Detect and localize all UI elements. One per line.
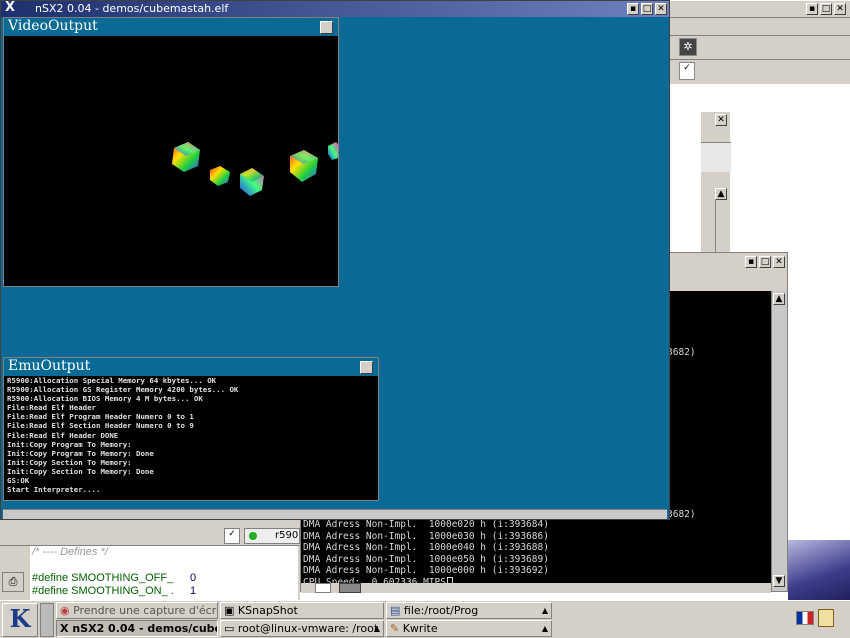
window-title: nSX2 0.04 - demos/cubemastah.elf — [35, 2, 229, 15]
main-window: X nSX2 0.04 - demos/cubemastah.elf ▪ □ ✕… — [0, 0, 670, 520]
task-label: Kwrite — [402, 622, 438, 635]
emu-output-titlebar[interactable]: EmuOutput — [4, 358, 378, 376]
chevron-up-icon: ▲ — [373, 624, 380, 633]
task-nsx2[interactable]: X nSX2 0.04 - demos/cubemas — [56, 620, 218, 637]
close-icon[interactable]: ✕ — [715, 114, 727, 126]
emu-log: R5900:Allocation Special Memory 64 kbyte… — [7, 376, 377, 494]
terminal-tabbar — [301, 583, 771, 593]
status-fragment: r590 — [275, 530, 299, 541]
define-value: 0 — [190, 572, 197, 584]
x-logo-icon: X — [60, 622, 69, 635]
minimize-icon[interactable]: ▪ — [745, 256, 757, 268]
maximize-icon[interactable]: □ — [759, 256, 771, 268]
desktop-pager[interactable] — [40, 603, 54, 637]
emu-log-line: Init:Copy Section To Memory: Done — [7, 466, 154, 476]
close-icon[interactable]: ✕ — [773, 256, 785, 268]
task-file-manager[interactable]: ▤ file:/root/Prog ▲ — [386, 602, 552, 619]
editor-comment: /* ---- Defines */ — [32, 546, 108, 558]
terminal-fragment: 3682) — [667, 509, 696, 520]
video-output-panel: VideoOutput — [3, 17, 339, 287]
bg-window-2: ✕ ▲ — [700, 112, 731, 252]
emu-output-title: EmuOutput — [8, 358, 91, 374]
task-ksnapshot[interactable]: ▣ KSnapShot — [220, 602, 384, 619]
editor-text[interactable]: /* ---- Defines */ #define SMOOTHING_OFF… — [30, 546, 298, 600]
emu-log-line: GS:OK — [7, 476, 30, 486]
scroll-up-icon[interactable]: ▲ — [773, 293, 785, 305]
emu-log-line: Init:Copy Section To Memory: — [7, 457, 132, 467]
editor-window: ✓ r590 /* ---- Defines */ #define SMOOTH… — [0, 520, 300, 600]
terminal-fragment: 3682) — [667, 347, 696, 358]
video-canvas — [172, 142, 338, 196]
terminal-line: DMA Adress Non-Impl. 1000e040 h (i:39368… — [303, 542, 549, 553]
kwrite-icon: ✎ — [390, 622, 400, 635]
close-icon[interactable]: ✕ — [834, 3, 846, 15]
terminal-line: DMA Adress Non-Impl. 1000e030 h (i:39368… — [303, 530, 549, 542]
cube-sprite — [240, 168, 264, 196]
settings-icon[interactable]: ✲ — [679, 38, 697, 56]
terminal-line: DMA Adress Non-Impl. 1000e050 h (i:39368… — [303, 553, 549, 565]
scroll-down-icon[interactable]: ▼ — [773, 575, 785, 587]
cube-sprite — [290, 150, 318, 182]
desktop-wallpaper — [788, 540, 850, 600]
maximize-icon[interactable]: □ — [641, 3, 653, 15]
close-icon[interactable] — [320, 21, 333, 34]
minimize-icon[interactable]: ▪ — [806, 3, 818, 15]
emu-log-line: Init:Copy Program To Memory: Done — [7, 448, 154, 458]
printer-icon[interactable]: ⎙ — [2, 572, 24, 592]
task-label: nSX2 0.04 - demos/cubemas — [72, 622, 217, 635]
define-text: #define SMOOTHING_OFF_ — [32, 572, 174, 584]
emu-log-line: File:Read Elf Program Header Numero 0 to… — [7, 412, 194, 422]
video-output-titlebar[interactable]: VideoOutput — [4, 18, 338, 36]
close-icon[interactable] — [360, 361, 373, 374]
konsole-icon: ▭ — [224, 622, 235, 635]
taskbar: K ◉ Prendre une capture d'écran ▣ KSnapS… — [0, 600, 850, 638]
chevron-up-icon: ▲ — [541, 624, 548, 633]
horizontal-scrollbar[interactable] — [3, 509, 667, 519]
task-label: root@linux-vmware: /root — [237, 622, 379, 635]
cube-sprite — [172, 142, 200, 172]
close-icon[interactable]: ✕ — [655, 3, 667, 15]
emu-output-panel: EmuOutput R5900:Allocation Special Memor… — [3, 357, 379, 501]
task-label: Prendre une capture d'écran — [73, 604, 218, 617]
task-konsole[interactable]: ▭ root@linux-vmware: /root ▲ — [220, 620, 384, 637]
camera-icon: ▣ — [224, 604, 235, 617]
terminal-line: DMA Adress Non-Impl. 1000e000 h (i:39369… — [303, 565, 549, 576]
maximize-icon[interactable]: □ — [820, 3, 832, 15]
chevron-up-icon: ▲ — [541, 606, 548, 615]
flag-fr-icon[interactable] — [796, 611, 814, 625]
kde-k-icon[interactable]: K — [2, 603, 38, 637]
emu-log-line: R5900:Allocation Special Memory 64 kbyte… — [7, 376, 217, 385]
define-text: #define SMOOTHING_ON_ . — [32, 585, 174, 597]
camera-icon: ◉ — [60, 604, 70, 617]
video-output-title: VideoOutput — [8, 18, 98, 34]
minimize-icon[interactable]: ▪ — [627, 3, 639, 15]
emu-log-line: File:Read Elf Header — [7, 403, 96, 413]
cube-sprite — [210, 166, 230, 186]
task-label: file:/root/Prog — [403, 604, 479, 617]
title-bar[interactable]: X nSX2 0.04 - demos/cubemastah.elf ▪ □ ✕ — [1, 0, 669, 17]
emu-log-line: R5900:Allocation BIOS Memory 4 M bytes..… — [7, 394, 203, 404]
checkmark-icon[interactable]: ✓ — [224, 528, 240, 544]
emu-log-line: Start Interpreter.... — [7, 485, 101, 495]
emu-log-line: Init:Copy Program To Memory: — [7, 439, 132, 449]
terminal-line: DMA Adress Non-Impl. 1000e020 h (i:39368… — [303, 519, 549, 530]
x-logo-icon[interactable]: X — [5, 0, 15, 15]
emu-log-line: File:Read Elf Section Header Numero 0 to… — [7, 421, 194, 431]
page-icon[interactable]: ✓ — [679, 62, 695, 80]
emu-log-line: File:Read Elf Header DONE — [7, 430, 119, 440]
clipboard-icon[interactable] — [818, 609, 834, 627]
emu-log-line: R5900:Allocation GS Register Memory 4200… — [7, 385, 239, 395]
editor-toolbar: ✓ r590 — [0, 520, 300, 546]
task-label: KSnapShot — [237, 604, 298, 617]
cube-sprite — [328, 142, 338, 160]
terminal-scrollbar[interactable]: ▲ ▼ — [771, 291, 787, 591]
terminal-output: DMA Adress Non-Impl. 1000e020 h (i:39368… — [303, 519, 549, 588]
define-value: 1 — [190, 585, 197, 597]
folder-icon: ▤ — [390, 604, 401, 617]
task-kwrite[interactable]: ✎ Kwrite ▲ — [386, 620, 552, 637]
bg-window-1: ▪ □ ✕ ✲ ✓ — [668, 0, 850, 260]
task-screenshot[interactable]: ◉ Prendre une capture d'écran — [56, 602, 218, 619]
status-led-icon — [249, 532, 257, 540]
